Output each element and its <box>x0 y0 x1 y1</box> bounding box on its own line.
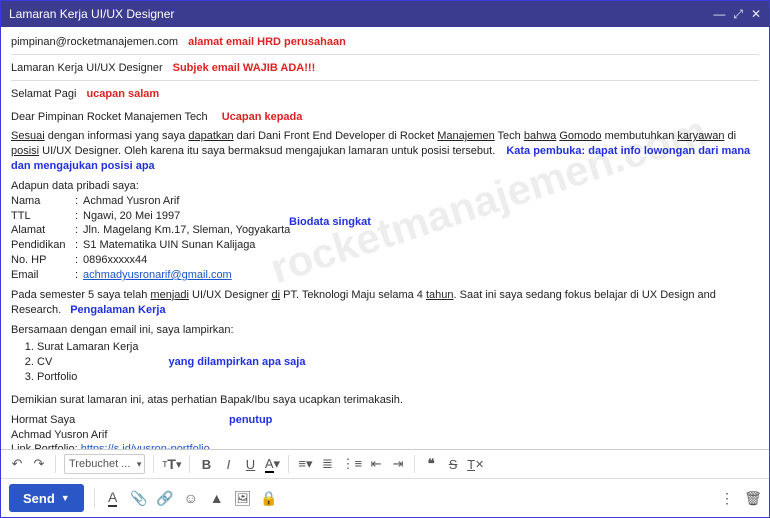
greeting-text: Selamat Pagi <box>11 87 76 102</box>
subject-field[interactable]: Lamaran Kerja UI/UX Designer <box>11 61 163 76</box>
annotation-exp: Pengalaman Kerja <box>70 304 165 316</box>
closing-text: Demikian surat lamaran ini, atas perhati… <box>11 393 759 408</box>
image-icon[interactable]: 🖼 <box>235 490 251 506</box>
annotation-to: alamat email HRD perusahaan <box>188 35 346 50</box>
italic-button[interactable]: I <box>220 454 236 474</box>
trash-icon[interactable]: 🗑 <box>745 490 761 506</box>
compose-body[interactable]: rocketmanajemen.com pimpinan@rocketmanaj… <box>1 27 769 449</box>
annotation-close: penutup <box>229 413 272 428</box>
close-icon[interactable]: ✕ <box>751 7 761 22</box>
bullet-list-button[interactable]: ⋮≡ <box>341 454 362 474</box>
attach-head: Bersamaan dengan email ini, saya lampirk… <box>11 323 759 338</box>
biodata-block: Adapun data pribadi saya: Nama:Achmad Yu… <box>11 179 759 283</box>
quote-icon[interactable]: ❝ <box>423 454 439 474</box>
action-bar: Send▼ A 📎 🔗 ☺ ▲ 🖼 🔒 ⋮ 🗑 <box>1 479 769 517</box>
minimize-icon[interactable]: — <box>713 7 725 22</box>
format-toolbar: ↶ ↷ Trebuchet ... тT▾ B I U A▾ ≡▾ ≣ ⋮≡ ⇤… <box>1 449 769 479</box>
undo-icon[interactable]: ↶ <box>9 454 25 474</box>
portfolio-link[interactable]: https://s.id/yusron-portfolio <box>81 443 210 449</box>
intro-paragraph: Sesuai dengan informasi yang saya dapatk… <box>11 129 759 174</box>
more-icon[interactable]: ⋮ <box>719 490 735 506</box>
indent-more-button[interactable]: ⇥ <box>390 454 406 474</box>
confidential-icon[interactable]: 🔒 <box>261 490 277 506</box>
portfolio-label: Link Portfolio: <box>11 443 81 449</box>
annotation-attach: yang dilampirkan apa saja <box>169 355 306 370</box>
compose-window: Lamaran Kerja UI/UX Designer — ⤢ ✕ rocke… <box>0 0 770 518</box>
to-field[interactable]: pimpinan@rocketmanajemen.com <box>11 35 178 50</box>
numbered-list-button[interactable]: ≣ <box>319 454 335 474</box>
clear-format-button[interactable]: T✕ <box>467 454 484 474</box>
titlebar: Lamaran Kerja UI/UX Designer — ⤢ ✕ <box>1 1 769 27</box>
bold-button[interactable]: B <box>198 454 214 474</box>
drive-icon[interactable]: ▲ <box>209 490 225 506</box>
annotation-greet: ucapan salam <box>86 87 159 102</box>
font-size-icon[interactable]: тT▾ <box>162 454 181 474</box>
send-button[interactable]: Send▼ <box>9 484 84 512</box>
annotation-bio: Biodata singkat <box>289 215 371 230</box>
experience-paragraph: Pada semester 5 saya telah menjadi UI/UX… <box>11 288 759 318</box>
sign-off-1: Hormat Saya <box>11 413 759 428</box>
strikethrough-button[interactable]: S <box>445 454 461 474</box>
attach-item: Portfolio <box>37 370 139 385</box>
attachments-block: Bersamaan dengan email ini, saya lampirk… <box>11 323 759 388</box>
attach-item: CV <box>37 355 139 370</box>
align-button[interactable]: ≡▾ <box>297 454 313 474</box>
dear-text: Dear Pimpinan Rocket Manajemen Tech <box>11 110 208 125</box>
text-format-icon[interactable]: A <box>105 490 121 506</box>
window-title: Lamaran Kerja UI/UX Designer <box>9 7 713 21</box>
annotation-dear: Ucapan kepada <box>222 110 303 125</box>
font-select[interactable]: Trebuchet ... <box>64 454 145 474</box>
text-color-button[interactable]: A▾ <box>264 454 280 474</box>
link-icon[interactable]: 🔗 <box>157 490 173 506</box>
maximize-icon[interactable]: ⤢ <box>733 7 743 22</box>
annotation-subject: Subjek email WAJIB ADA!!! <box>173 61 316 76</box>
attach-icon[interactable]: 📎 <box>131 490 147 506</box>
biodata-head: Adapun data pribadi saya: <box>11 179 759 194</box>
redo-icon[interactable]: ↷ <box>31 454 47 474</box>
indent-less-button[interactable]: ⇤ <box>368 454 384 474</box>
biodata-email-link[interactable]: achmadyusronarif@gmail.com <box>83 268 232 283</box>
emoji-icon[interactable]: ☺ <box>183 490 199 506</box>
underline-button[interactable]: U <box>242 454 258 474</box>
sign-off-2: Achmad Yusron Arif <box>11 428 759 443</box>
attach-item: Surat Lamaran Kerja <box>37 340 139 355</box>
